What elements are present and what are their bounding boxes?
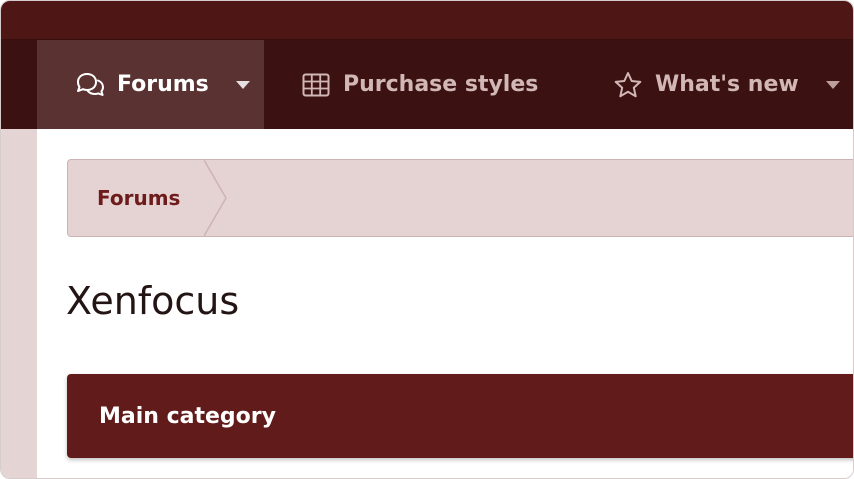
- nav-tab-label: What's new: [655, 72, 799, 97]
- left-rail: [1, 129, 37, 478]
- comments-icon: [75, 70, 105, 100]
- star-icon: [613, 70, 643, 100]
- header-strip: [1, 1, 853, 40]
- app-window: Forums Purchase styles What's new Forums…: [0, 0, 854, 479]
- nav-tab-label: Purchase styles: [343, 72, 539, 97]
- main-content: Forums Xenfocus Main category: [37, 129, 853, 478]
- nav-tab-label: Forums: [117, 72, 209, 97]
- page-title: Xenfocus: [66, 279, 240, 323]
- category-header: Main category: [67, 374, 853, 458]
- nav-tab-forums[interactable]: Forums: [37, 40, 264, 129]
- breadcrumb: Forums: [67, 159, 853, 237]
- main-navigation: Forums Purchase styles What's new: [1, 40, 853, 129]
- breadcrumb-item-forums[interactable]: Forums: [97, 160, 180, 236]
- chevron-down-icon[interactable]: [235, 80, 250, 89]
- nav-tab-whats-new[interactable]: What's new: [613, 40, 840, 129]
- breadcrumb-separator-icon: [204, 160, 227, 236]
- category-title-link[interactable]: Main category: [99, 404, 276, 429]
- chevron-down-icon[interactable]: [825, 80, 840, 89]
- nav-tab-purchase-styles[interactable]: Purchase styles: [301, 40, 538, 129]
- grid-icon: [301, 70, 331, 100]
